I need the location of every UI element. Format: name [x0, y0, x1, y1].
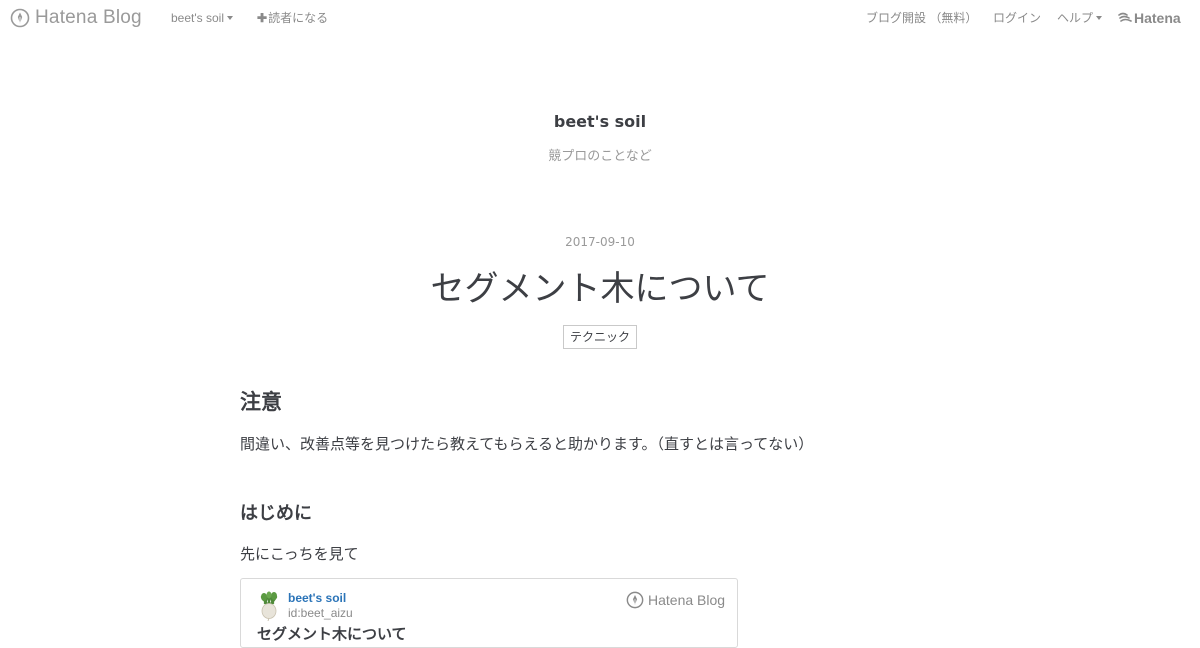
embed-entry-title[interactable]: セグメント木について [257, 624, 407, 644]
help-label: ヘルプ [1057, 11, 1094, 25]
section-text-notice: 間違い、改善点等を見つけたら教えてもらえると助かります。（直すとは言ってない） [240, 435, 814, 453]
login-link[interactable]: ログイン [993, 10, 1041, 26]
blog-menu-label: beet's soil [171, 11, 224, 25]
blog-embed-card[interactable]: beet's soil id:beet_aizu Hatena Blog セグメ… [240, 578, 738, 648]
hatena-blog-pen-icon [10, 8, 30, 28]
create-blog-link[interactable]: ブログ開設 （無料） [866, 10, 977, 26]
hatena-blog-pen-icon [626, 591, 644, 609]
login-label: ログイン [993, 11, 1042, 25]
chevron-down-icon [227, 15, 233, 20]
create-blog-label: ブログ開設 （無料） [866, 11, 978, 25]
hatena-logo[interactable]: Hatena [1118, 9, 1181, 27]
entry-date[interactable]: 2017-09-10 [0, 234, 1200, 250]
subscribe-button[interactable]: ✚読者になる [257, 10, 328, 26]
embed-user-id[interactable]: id:beet_aizu [288, 606, 353, 621]
section-heading-notice: 注意 [240, 390, 282, 414]
chevron-down-icon [1096, 15, 1103, 20]
plus-icon: ✚ [257, 11, 268, 25]
hatena-blog-logo[interactable]: Hatena Blog [10, 7, 142, 29]
section-text-intro: 先にこっちを見て [240, 545, 359, 563]
beet-avatar-icon [260, 591, 278, 621]
category-tag[interactable]: テクニック [562, 325, 637, 349]
hatena-logo-text: Hatena [1134, 10, 1181, 26]
embed-blog-name[interactable]: beet's soil [288, 591, 346, 606]
subscribe-label: 読者になる [268, 11, 329, 25]
category-list: テクニック [0, 325, 1200, 349]
blog-description: 競プロのことなど [548, 149, 652, 164]
help-dropdown[interactable]: ヘルプ [1057, 10, 1103, 26]
section-heading-intro: はじめに [240, 503, 312, 524]
entry-title[interactable]: セグメント木について [0, 266, 1200, 312]
blog-menu-dropdown[interactable]: beet's soil [171, 10, 233, 26]
global-header: Hatena Blog beet's soil ✚読者になる ブログ開設 （無料… [0, 0, 1200, 36]
embed-hatena-blog-logo: Hatena Blog [626, 591, 725, 609]
hatena-blog-logo-text: Hatena Blog [35, 7, 142, 28]
embed-logo-text: Hatena Blog [648, 592, 726, 608]
hatena-bird-icon [1118, 12, 1132, 22]
blog-title[interactable]: beet's soil [0, 111, 1200, 133]
